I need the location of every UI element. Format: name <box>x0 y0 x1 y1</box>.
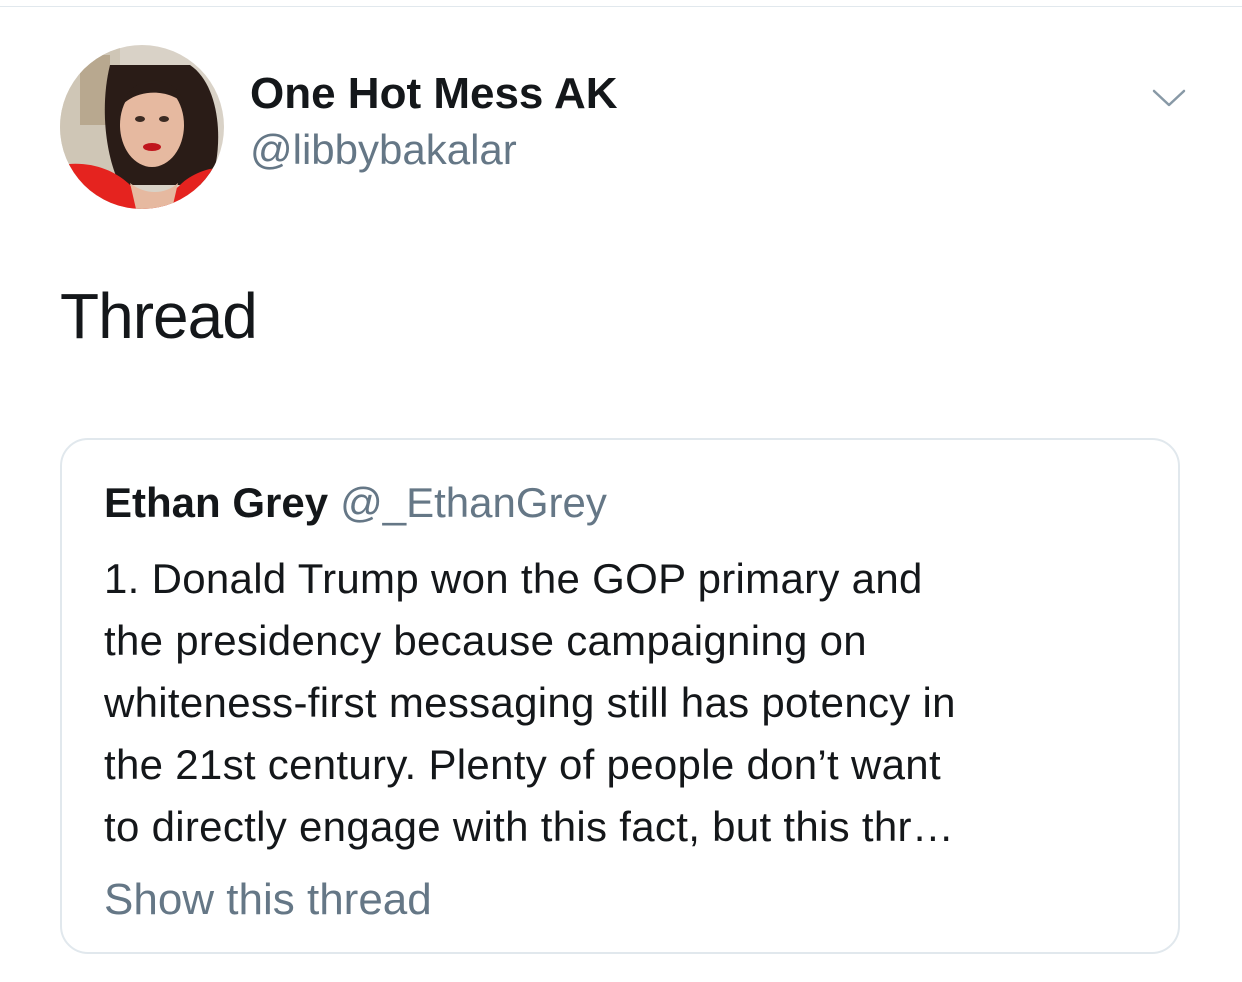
tweet-text: Thread <box>60 280 258 352</box>
quoted-text-line: the presidency because campaigning on <box>104 617 867 664</box>
avatar-image <box>60 45 224 209</box>
author-info: One Hot Mess AK @libbybakalar <box>250 66 618 178</box>
quoted-tweet-header: Ethan Grey @_EthanGrey <box>104 476 607 530</box>
quoted-tweet-card[interactable]: Ethan Grey @_EthanGrey 1. Donald Trump wo… <box>60 438 1180 954</box>
quoted-author-handle: @_EthanGrey <box>340 479 607 526</box>
tweet: One Hot Mess AK @libbybakalar Thread Eth… <box>0 0 1242 982</box>
quoted-author-name: Ethan Grey <box>104 479 329 526</box>
show-thread-link[interactable]: Show this thread <box>104 872 432 928</box>
tweet-menu-button[interactable] <box>1150 82 1188 112</box>
author-avatar[interactable] <box>60 45 224 209</box>
quoted-text-line: whiteness-first messaging still has pote… <box>104 679 956 726</box>
quoted-text-line: the 21st century. Plenty of people don’t… <box>104 741 941 788</box>
quoted-text-line: to directly engage with this fact, but t… <box>104 803 955 850</box>
author-handle[interactable]: @libbybakalar <box>250 122 618 178</box>
quoted-text-line: 1. Donald Trump won the GOP primary and <box>104 555 923 602</box>
quoted-tweet-text: 1. Donald Trump won the GOP primary and … <box>104 548 1154 858</box>
chevron-down-icon <box>1152 89 1186 107</box>
author-display-name[interactable]: One Hot Mess AK <box>250 66 618 122</box>
